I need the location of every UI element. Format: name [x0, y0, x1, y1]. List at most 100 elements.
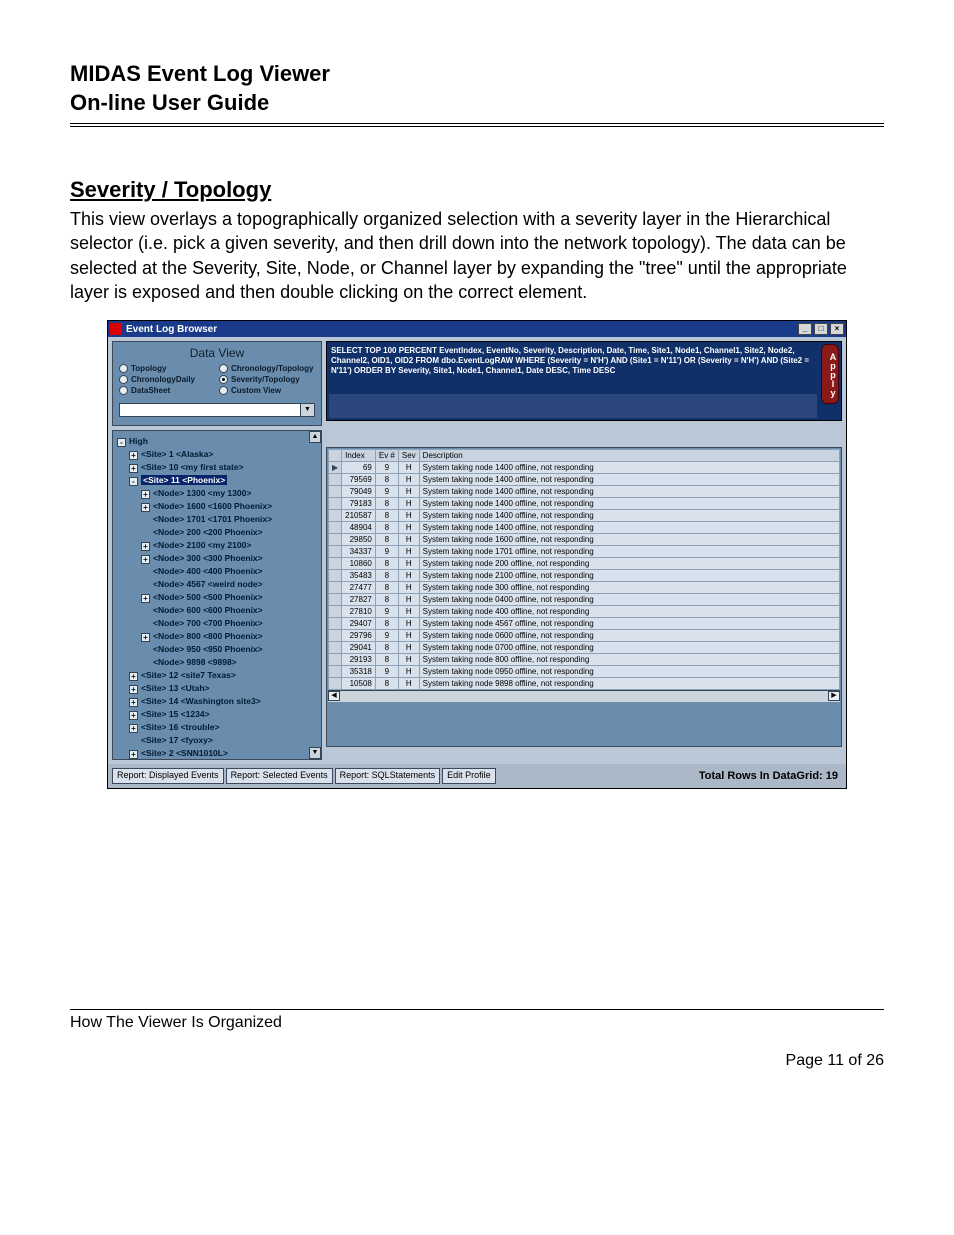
- tree-node[interactable]: <Node> 200 <200 Phoenix>: [117, 526, 319, 539]
- expand-icon[interactable]: -: [117, 438, 126, 447]
- tree-node[interactable]: <Node> 9898 <9898>: [117, 656, 319, 669]
- row-selector[interactable]: [329, 486, 342, 498]
- expand-icon[interactable]: +: [129, 685, 138, 694]
- radio-chronology-topology[interactable]: Chronology/Topology: [219, 364, 315, 373]
- titlebar[interactable]: Event Log Browser _ □ ×: [108, 321, 846, 337]
- row-selector[interactable]: [329, 522, 342, 534]
- expand-icon[interactable]: +: [141, 633, 150, 642]
- row-selector[interactable]: [329, 678, 342, 690]
- scroll-down-icon[interactable]: ▼: [309, 747, 321, 759]
- tree-node[interactable]: <Node> 4567 <weird node>: [117, 578, 319, 591]
- scroll-right-icon[interactable]: ▶: [828, 691, 840, 701]
- scroll-left-icon[interactable]: ◀: [328, 691, 340, 701]
- table-row[interactable]: 343379HSystem taking node 1701 offline, …: [329, 546, 840, 558]
- sql-scrollbar[interactable]: [329, 394, 817, 418]
- scroll-up-icon[interactable]: ▲: [309, 431, 321, 443]
- table-row[interactable]: 290418HSystem taking node 0700 offline, …: [329, 642, 840, 654]
- tree-panel[interactable]: ▲ ▼ -High+<Site> 1 <Alaska>+<Site> 10 <m…: [112, 430, 322, 760]
- col-ev[interactable]: Ev #: [375, 450, 398, 462]
- table-row[interactable]: 353189HSystem taking node 0950 offline, …: [329, 666, 840, 678]
- expand-icon[interactable]: +: [129, 711, 138, 720]
- tree-node[interactable]: +<Node> 2100 <my 2100>: [117, 539, 319, 552]
- row-selector[interactable]: [329, 606, 342, 618]
- row-selector[interactable]: [329, 582, 342, 594]
- row-selector[interactable]: [329, 534, 342, 546]
- tree-node[interactable]: +<Site> 14 <Washington site3>: [117, 695, 319, 708]
- expand-icon[interactable]: +: [129, 698, 138, 707]
- table-row[interactable]: 790499HSystem taking node 1400 offline, …: [329, 486, 840, 498]
- radio-datasheet[interactable]: DataSheet: [119, 386, 215, 395]
- expand-icon[interactable]: +: [129, 750, 138, 759]
- tree-node[interactable]: +<Site> 15 <1234>: [117, 708, 319, 721]
- tree-node[interactable]: +<Node> 500 <500 Phoenix>: [117, 591, 319, 604]
- col-index[interactable]: Index: [342, 450, 376, 462]
- tree-node[interactable]: +<Node> 1600 <1600 Phoenix>: [117, 500, 319, 513]
- expand-icon[interactable]: +: [129, 724, 138, 733]
- row-selector[interactable]: ▶: [329, 462, 342, 474]
- table-row[interactable]: 2105878HSystem taking node 1400 offline,…: [329, 510, 840, 522]
- minimize-button[interactable]: _: [798, 323, 812, 335]
- expand-icon[interactable]: +: [141, 490, 150, 499]
- data-grid[interactable]: Index Ev # Sev Description ▶699HSystem t…: [328, 449, 840, 690]
- report-displayed-button[interactable]: Report: Displayed Events: [112, 768, 224, 783]
- tree-node[interactable]: +<Node> 800 <800 Phoenix>: [117, 630, 319, 643]
- tree-node[interactable]: +<Site> 2 <SNN1010L>: [117, 747, 319, 760]
- tree-node[interactable]: +<Node> 1300 <my 1300>: [117, 487, 319, 500]
- profile-combo[interactable]: ▼: [119, 403, 315, 417]
- report-sql-button[interactable]: Report: SQLStatements: [335, 768, 441, 783]
- expand-icon[interactable]: +: [141, 555, 150, 564]
- table-row[interactable]: 294078HSystem taking node 4567 offline, …: [329, 618, 840, 630]
- table-row[interactable]: ▶699HSystem taking node 1400 offline, no…: [329, 462, 840, 474]
- row-selector[interactable]: [329, 618, 342, 630]
- tree-node[interactable]: +<Site> 12 <site7 Texas>: [117, 669, 319, 682]
- table-row[interactable]: 354838HSystem taking node 2100 offline, …: [329, 570, 840, 582]
- tree-node[interactable]: <Node> 600 <600 Phoenix>: [117, 604, 319, 617]
- col-desc[interactable]: Description: [419, 450, 839, 462]
- table-row[interactable]: 105088HSystem taking node 9898 offline, …: [329, 678, 840, 690]
- edit-profile-button[interactable]: Edit Profile: [442, 768, 496, 783]
- tree-node[interactable]: +<Site> 16 <trouble>: [117, 721, 319, 734]
- expand-icon[interactable]: +: [141, 542, 150, 551]
- row-selector[interactable]: [329, 654, 342, 666]
- tree-node[interactable]: <Node> 1701 <1701 Phoenix>: [117, 513, 319, 526]
- table-row[interactable]: 291938HSystem taking node 800 offline, n…: [329, 654, 840, 666]
- report-selected-button[interactable]: Report: Selected Events: [226, 768, 333, 783]
- row-selector[interactable]: [329, 546, 342, 558]
- row-selector[interactable]: [329, 666, 342, 678]
- row-selector[interactable]: [329, 642, 342, 654]
- tree-node[interactable]: -<Site> 11 <Phoenix>: [117, 474, 319, 487]
- radio-topology[interactable]: Topology: [119, 364, 215, 373]
- table-row[interactable]: 278109HSystem taking node 400 offline, n…: [329, 606, 840, 618]
- tree-node[interactable]: +<Site> 10 <my first state>: [117, 461, 319, 474]
- tree-node[interactable]: +<Node> 300 <300 Phoenix>: [117, 552, 319, 565]
- expand-icon[interactable]: +: [141, 594, 150, 603]
- table-row[interactable]: 297969HSystem taking node 0600 offline, …: [329, 630, 840, 642]
- tree-node[interactable]: <Node> 950 <950 Phoenix>: [117, 643, 319, 656]
- radio-chronology-daily[interactable]: ChronologyDaily: [119, 375, 215, 384]
- row-selector[interactable]: [329, 498, 342, 510]
- tree-node[interactable]: +<Site> 13 <Utah>: [117, 682, 319, 695]
- expand-icon[interactable]: +: [129, 451, 138, 460]
- table-row[interactable]: 298508HSystem taking node 1600 offline, …: [329, 534, 840, 546]
- expand-icon[interactable]: +: [129, 464, 138, 473]
- close-button[interactable]: ×: [830, 323, 844, 335]
- table-row[interactable]: 278278HSystem taking node 0400 offline, …: [329, 594, 840, 606]
- col-sev[interactable]: Sev: [398, 450, 419, 462]
- row-selector[interactable]: [329, 510, 342, 522]
- apply-button[interactable]: Apply: [821, 344, 839, 404]
- row-selector[interactable]: [329, 570, 342, 582]
- table-row[interactable]: 791838HSystem taking node 1400 offline, …: [329, 498, 840, 510]
- row-selector[interactable]: [329, 474, 342, 486]
- tree-node[interactable]: <Site> 17 <fyoxy>: [117, 734, 319, 747]
- table-row[interactable]: 274778HSystem taking node 300 offline, n…: [329, 582, 840, 594]
- expand-icon[interactable]: +: [129, 672, 138, 681]
- tree-node[interactable]: <Node> 700 <700 Phoenix>: [117, 617, 319, 630]
- radio-custom-view[interactable]: Custom View: [219, 386, 315, 395]
- radio-severity-topology[interactable]: Severity/Topology: [219, 375, 315, 384]
- row-selector[interactable]: [329, 594, 342, 606]
- maximize-button[interactable]: □: [814, 323, 828, 335]
- tree-node[interactable]: +<Site> 1 <Alaska>: [117, 448, 319, 461]
- expand-icon[interactable]: +: [141, 503, 150, 512]
- row-selector[interactable]: [329, 558, 342, 570]
- row-selector[interactable]: [329, 630, 342, 642]
